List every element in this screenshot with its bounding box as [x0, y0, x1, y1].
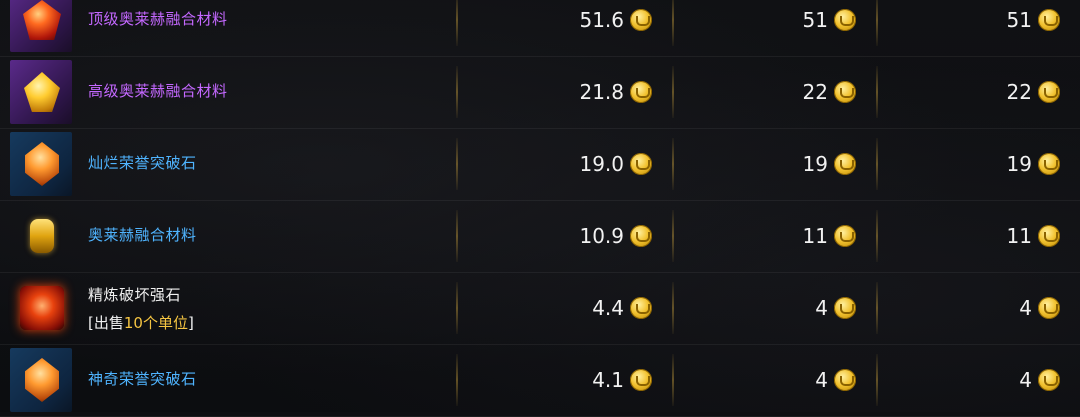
table-row[interactable]: 灿烂荣誉突破石 19.0 19 19: [0, 128, 1080, 201]
gold-coin-icon: [834, 153, 856, 175]
column-divider: [672, 66, 674, 118]
gold-coin-icon: [1038, 153, 1060, 175]
price-cell: 4: [880, 344, 1060, 416]
column-divider: [876, 0, 878, 46]
price-value: 11: [802, 224, 828, 248]
price-value: 19: [802, 152, 828, 176]
price-value: 4.4: [592, 296, 624, 320]
gold-coin-icon: [630, 297, 652, 319]
column-divider: [672, 0, 674, 46]
gold-coin-icon: [1038, 225, 1060, 247]
column-divider: [456, 0, 458, 46]
gold-coin-icon: [834, 297, 856, 319]
price-cell: 4.4: [460, 272, 652, 344]
price-cell: 19.0: [460, 128, 652, 200]
item-icon-cell: [10, 344, 74, 416]
item-name: 奥莱赫融合材料: [88, 226, 197, 244]
price-value: 4: [1019, 368, 1032, 392]
price-value: 51: [1006, 8, 1032, 32]
gold-coin-icon: [630, 153, 652, 175]
gold-coin-icon: [1038, 81, 1060, 103]
note-suffix: ]: [187, 314, 194, 332]
column-divider: [876, 138, 878, 190]
price-cell: 51.6: [460, 0, 652, 56]
gold-coin-icon: [834, 81, 856, 103]
gold-coin-icon: [1038, 297, 1060, 319]
item-name: 精炼破坏强石: [88, 286, 182, 304]
price-cell: 51: [676, 0, 856, 56]
column-divider: [876, 282, 878, 334]
price-value: 4: [815, 368, 828, 392]
item-icon-cell: [10, 0, 74, 56]
price-cell: 19: [880, 128, 1060, 200]
gold-coin-icon: [630, 225, 652, 247]
note-prefix: [出售: [88, 314, 124, 332]
price-cell: 4: [676, 344, 856, 416]
note-highlight: 10个单位: [123, 314, 188, 332]
price-cell: 4: [676, 272, 856, 344]
gold-capsule-icon: [30, 219, 54, 253]
item-icon-cell: [10, 128, 74, 200]
price-value: 19: [1006, 152, 1032, 176]
table-row[interactable]: 顶级奥莱赫融合材料 51.6 51 51: [0, 0, 1080, 57]
gold-coin-icon: [834, 225, 856, 247]
column-divider: [876, 66, 878, 118]
table-row[interactable]: 神奇荣誉突破石 4.1 4 4: [0, 344, 1080, 417]
gold-coin-icon: [630, 369, 652, 391]
item-name: 灿烂荣誉突破石: [88, 154, 197, 172]
price-cell: 19: [676, 128, 856, 200]
price-value: 22: [1006, 80, 1032, 104]
price-value: 21.8: [579, 80, 624, 104]
price-cell: 51: [880, 0, 1060, 56]
column-divider: [456, 210, 458, 262]
column-divider: [672, 138, 674, 190]
item-icon-cell: [10, 272, 74, 344]
item-name: 顶级奥莱赫融合材料: [88, 10, 228, 28]
price-value: 4.1: [592, 368, 624, 392]
price-cell: 22: [676, 56, 856, 128]
table-row[interactable]: 精炼破坏强石 [出售10个单位] 4.4 4 4: [0, 272, 1080, 345]
column-divider: [672, 354, 674, 406]
price-cell: 22: [880, 56, 1060, 128]
price-table: 顶级奥莱赫融合材料 51.6 51 51 高级奥莱赫融合材料 21.8 22 2…: [0, 0, 1080, 417]
column-divider: [876, 354, 878, 406]
price-value: 11: [1006, 224, 1032, 248]
price-value: 4: [1019, 296, 1032, 320]
price-value: 51.6: [579, 8, 624, 32]
gold-coin-icon: [1038, 369, 1060, 391]
gold-coin-icon: [630, 81, 652, 103]
gold-coin-icon: [1038, 9, 1060, 31]
price-value: 4: [815, 296, 828, 320]
gold-coin-icon: [630, 9, 652, 31]
gold-coin-icon: [834, 9, 856, 31]
column-divider: [672, 282, 674, 334]
item-icon-cell: [10, 200, 74, 272]
red-square-gem-icon: [20, 286, 64, 330]
price-cell: 4.1: [460, 344, 652, 416]
item-name: 高级奥莱赫融合材料: [88, 82, 228, 100]
price-cell: 10.9: [460, 200, 652, 272]
sale-unit-note: [出售10个单位]: [88, 312, 194, 333]
price-cell: 11: [676, 200, 856, 272]
column-divider: [876, 210, 878, 262]
column-divider: [672, 210, 674, 262]
column-divider: [456, 66, 458, 118]
column-divider: [456, 138, 458, 190]
table-row[interactable]: 奥莱赫融合材料 10.9 11 11: [0, 200, 1080, 273]
item-icon-cell: [10, 56, 74, 128]
gold-coin-icon: [834, 369, 856, 391]
price-value: 10.9: [579, 224, 624, 248]
price-cell: 11: [880, 200, 1060, 272]
column-divider: [456, 354, 458, 406]
column-divider: [456, 282, 458, 334]
price-value: 19.0: [579, 152, 624, 176]
price-value: 51: [802, 8, 828, 32]
price-value: 22: [802, 80, 828, 104]
table-row[interactable]: 高级奥莱赫融合材料 21.8 22 22: [0, 56, 1080, 129]
price-cell: 21.8: [460, 56, 652, 128]
item-name: 神奇荣誉突破石: [88, 370, 197, 388]
price-cell: 4: [880, 272, 1060, 344]
